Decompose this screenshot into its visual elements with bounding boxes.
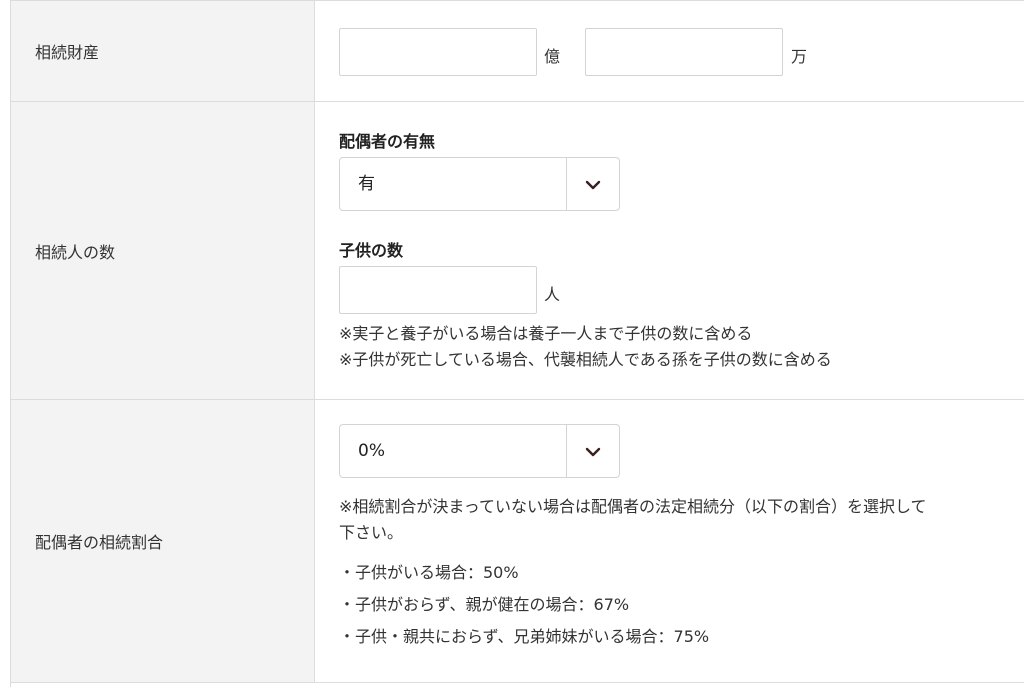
chevron-down-icon	[585, 447, 601, 457]
share-case-siblings: ・子供・親共におらず、兄弟姉妹がいる場合：75%	[339, 627, 710, 646]
estate-field-cell: 億 万	[315, 1, 1024, 101]
spouse-share-value: 0%	[358, 441, 385, 461]
heirs-field-cell: 配偶者の有無 有 子供の数 人 ※実子と養子がいる場合は養子一人まで子供の数に含…	[315, 102, 1024, 399]
estate-oku-input[interactable]	[339, 28, 537, 76]
children-count-label: 子供の数	[339, 241, 404, 260]
spouse-share-row: 配偶者の相続割合 0% ※相続割合が決まっていない場合は配偶者の法定相続分（以下…	[11, 400, 1024, 683]
spouse-share-label: 配偶者の相続割合	[11, 400, 315, 682]
select-divider	[566, 425, 567, 477]
inheritance-form-table: 相続財産 億 万 相続人の数 配偶者の有無 有 子供の数 人 ※実子と養子がいる…	[10, 0, 1024, 687]
spouse-presence-label: 配偶者の有無	[339, 132, 436, 151]
select-divider	[566, 158, 567, 210]
children-unit: 人	[544, 285, 561, 304]
estate-label: 相続財産	[11, 1, 315, 101]
spouse-presence-value: 有	[358, 174, 375, 194]
oku-unit: 億	[544, 47, 561, 66]
estate-row: 相続財産 億 万	[11, 1, 1024, 102]
spouse-presence-select[interactable]: 有	[339, 157, 620, 211]
spouse-share-select[interactable]: 0%	[339, 424, 620, 478]
heirs-label: 相続人の数	[11, 102, 315, 399]
children-note-1: ※実子と養子がいる場合は養子一人まで子供の数に含める	[339, 324, 753, 343]
estate-man-input[interactable]	[585, 28, 783, 76]
share-case-parents: ・子供がおらず、親が健在の場合：67%	[339, 595, 630, 614]
spouse-share-field-cell: 0% ※相続割合が決まっていない場合は配偶者の法定相続分（以下の割合）を選択して…	[315, 400, 1024, 682]
share-note-line-2: 下さい。	[339, 523, 404, 542]
man-unit: 万	[791, 47, 808, 66]
children-count-input[interactable]	[339, 266, 537, 314]
share-case-children: ・子供がいる場合：50%	[339, 563, 519, 582]
children-note-2: ※子供が死亡している場合、代襲相続人である孫を子供の数に含める	[339, 350, 832, 369]
chevron-down-icon	[585, 180, 601, 190]
share-note-line-1: ※相続割合が決まっていない場合は配偶者の法定相続分（以下の割合）を選択して	[339, 497, 927, 516]
heirs-row: 相続人の数 配偶者の有無 有 子供の数 人 ※実子と養子がいる場合は養子一人まで…	[11, 102, 1024, 400]
